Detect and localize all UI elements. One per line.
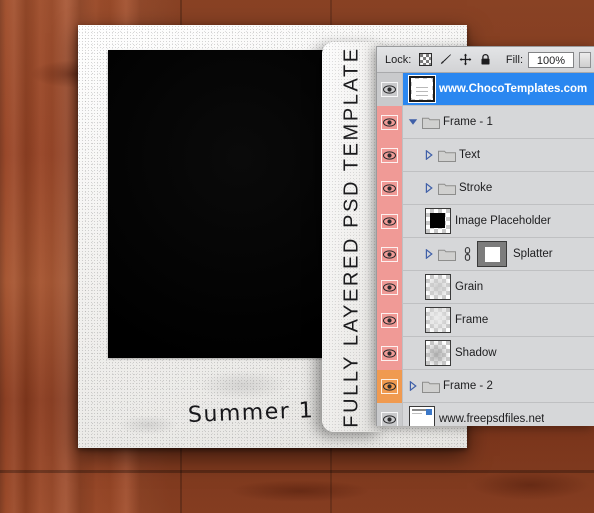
layer-row[interactable]: Frame <box>377 303 594 337</box>
layer-name: Stroke <box>459 182 493 194</box>
eye-icon[interactable] <box>381 411 398 426</box>
webpage-thumb-art <box>410 407 434 426</box>
layer-row[interactable]: www.freepsdfiles.net <box>377 402 594 426</box>
layer-row[interactable]: www.ChocoTemplates.com <box>377 72 594 106</box>
transparency-lock-icon[interactable] <box>419 53 433 66</box>
handwritten-caption: Summer 1 <box>187 398 315 428</box>
eye-icon[interactable] <box>381 345 398 361</box>
folder-icon <box>438 247 456 261</box>
layer-name: Grain <box>455 281 484 293</box>
eye-icon[interactable] <box>381 81 398 97</box>
layer-list[interactable]: www.ChocoTemplates.com Frame - 1 Text St… <box>377 72 594 426</box>
lock-label: Lock: <box>385 53 412 66</box>
layer-visibility-toggle[interactable] <box>377 336 403 370</box>
fill-label: Fill: <box>505 53 523 66</box>
layer-thumbnail[interactable] <box>425 307 451 333</box>
wood-grain-knot <box>470 470 590 500</box>
layer-name: Splatter <box>513 248 553 260</box>
cloud-thumb-art <box>426 275 450 299</box>
frame-thumb-art <box>426 308 450 332</box>
folder-icon <box>422 115 440 129</box>
folder-icon <box>438 148 456 162</box>
layer-name: www.freepsdfiles.net <box>439 413 545 425</box>
layer-visibility-toggle[interactable] <box>377 171 403 205</box>
layer-row[interactable]: Splatter <box>377 237 594 271</box>
lock-icon-group <box>419 53 492 66</box>
layer-row[interactable]: Frame - 2 <box>377 369 594 403</box>
eye-icon[interactable] <box>381 312 398 328</box>
eye-icon[interactable] <box>381 246 398 262</box>
mask-link-chain-icon[interactable] <box>461 247 473 261</box>
vertical-tab-panel: FULLY LAYERED PSD TEMPLATE <box>322 42 382 432</box>
shadow-thumb-art <box>426 341 450 365</box>
paint-lock-brush-icon[interactable] <box>439 53 452 66</box>
layer-name: Frame - 2 <box>443 380 493 392</box>
chevron-down-icon[interactable] <box>407 118 419 126</box>
layer-row[interactable]: Stroke <box>377 171 594 205</box>
position-lock-move-icon[interactable] <box>459 53 472 66</box>
layer-thumbnail[interactable] <box>425 208 451 234</box>
layer-row[interactable]: Grain <box>377 270 594 304</box>
lock-all-padlock-icon[interactable] <box>479 53 492 66</box>
eye-icon[interactable] <box>381 213 398 229</box>
eye-icon[interactable] <box>381 180 398 196</box>
chevron-right-icon[interactable] <box>423 150 435 160</box>
layer-visibility-toggle[interactable] <box>377 138 403 172</box>
layer-mask-thumbnail[interactable] <box>477 241 507 267</box>
layer-visibility-toggle[interactable] <box>377 237 403 271</box>
folder-icon <box>438 181 456 195</box>
fill-value-input[interactable]: 100% <box>528 51 574 68</box>
layer-name: Shadow <box>455 347 497 359</box>
layer-visibility-toggle[interactable] <box>377 402 403 426</box>
paper-smudge <box>118 415 178 435</box>
layer-name: www.ChocoTemplates.com <box>439 83 588 95</box>
eye-icon[interactable] <box>381 378 398 394</box>
eye-icon[interactable] <box>381 114 398 130</box>
layer-name: Text <box>459 149 481 161</box>
note-thumb-art <box>412 79 432 99</box>
eye-icon[interactable] <box>381 147 398 163</box>
layer-visibility-toggle[interactable] <box>377 303 403 337</box>
layer-row[interactable]: Image Placeholder <box>377 204 594 238</box>
paper-smudge <box>198 370 288 400</box>
layer-name: Frame <box>455 314 489 326</box>
layer-visibility-toggle[interactable] <box>377 72 403 106</box>
layer-thumbnail[interactable] <box>408 75 436 103</box>
black-square-thumb-art <box>430 213 445 228</box>
eye-icon[interactable] <box>381 279 398 295</box>
layer-row[interactable]: Text <box>377 138 594 172</box>
layer-visibility-toggle[interactable] <box>377 204 403 238</box>
layer-visibility-toggle[interactable] <box>377 105 403 139</box>
layer-thumbnail[interactable] <box>425 340 451 366</box>
layer-row[interactable]: Frame - 1 <box>377 105 594 139</box>
layer-thumbnail[interactable] <box>409 406 435 426</box>
wood-grain-knot <box>230 480 370 502</box>
layer-visibility-toggle[interactable] <box>377 270 403 304</box>
layer-name: Image Placeholder <box>455 215 551 227</box>
chevron-right-icon[interactable] <box>423 249 435 259</box>
folder-icon <box>422 379 440 393</box>
chevron-right-icon[interactable] <box>423 183 435 193</box>
fill-stepper-button[interactable] <box>579 51 591 68</box>
layers-panel-toolbar: Lock: Fill: 100% <box>377 47 594 73</box>
fill-control-group: Fill: 100% <box>505 51 594 68</box>
layer-row[interactable]: Shadow <box>377 336 594 370</box>
layer-name: Frame - 1 <box>443 116 493 128</box>
layer-thumbnail[interactable] <box>425 274 451 300</box>
layers-panel[interactable]: Lock: Fill: 100% www.ChocoTemplates.com … <box>376 46 594 426</box>
chevron-right-icon[interactable] <box>407 381 419 391</box>
layer-visibility-toggle[interactable] <box>377 369 403 403</box>
tab-title-text: FULLY LAYERED PSD TEMPLATE <box>340 46 363 428</box>
